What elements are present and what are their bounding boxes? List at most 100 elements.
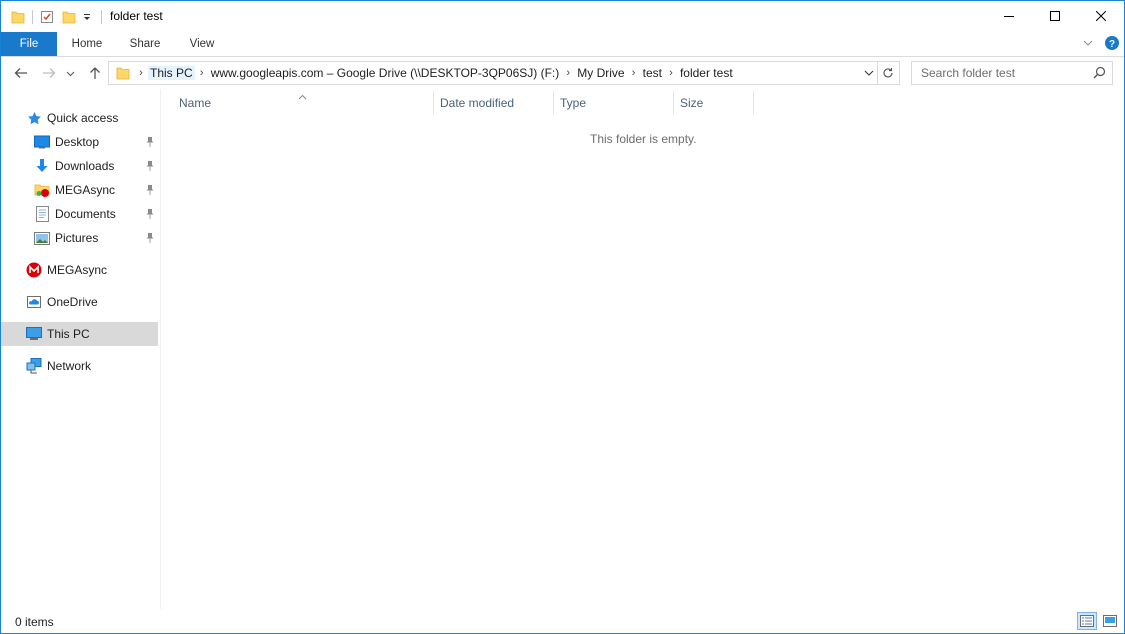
folder-icon [112, 62, 134, 84]
help-icon[interactable]: ? [1104, 35, 1120, 54]
minimize-icon [1004, 16, 1014, 17]
sidebar-item-label: Quick access [47, 111, 119, 125]
pin-icon [145, 178, 155, 202]
chevron-right-icon[interactable]: › [195, 67, 209, 79]
network-icon [25, 357, 43, 375]
column-divider[interactable] [753, 91, 754, 115]
breadcrumb-google-drive[interactable]: www.googleapis.com – Google Drive (\\DES… [209, 66, 562, 80]
address-history-dropdown[interactable] [861, 62, 877, 84]
breadcrumb-my-drive[interactable]: My Drive [575, 66, 626, 80]
minimize-button[interactable] [986, 1, 1032, 31]
pin-icon [145, 226, 155, 250]
documents-icon [33, 205, 51, 223]
sidebar-item-label: Documents [55, 207, 116, 221]
sidebar-item-label: OneDrive [47, 295, 98, 309]
details-view-button[interactable] [1077, 612, 1097, 630]
navigation-bar: › This PC › www.googleapis.com – Google … [1, 57, 1124, 89]
pin-icon [145, 130, 155, 154]
sidebar-item-label: Network [47, 359, 92, 373]
refresh-button[interactable] [877, 61, 900, 85]
breadcrumb-this-pc[interactable]: This PC [148, 66, 195, 80]
refresh-icon [883, 68, 893, 78]
sidebar-item-onedrive[interactable]: OneDrive [25, 290, 98, 314]
sidebar-item-label: This PC [47, 327, 90, 341]
sidebar-item-pictures[interactable]: Pictures [33, 226, 158, 250]
chevron-down-icon [66, 71, 74, 76]
desktop-icon [33, 133, 51, 151]
close-icon [1096, 11, 1106, 21]
navigation-pane: Quick access Desktop Downloads MEGAsync [1, 89, 161, 609]
sidebar-item-label: MEGAsync [47, 263, 108, 277]
customize-dropdown-icon[interactable] [78, 8, 96, 26]
sidebar-item-label: MEGAsync [55, 183, 116, 197]
sidebar-item-megasync[interactable]: MEGAsync [25, 258, 107, 282]
up-button[interactable] [85, 63, 105, 83]
sidebar-item-downloads[interactable]: Downloads [33, 154, 158, 178]
sidebar-item-label: Pictures [55, 231, 99, 245]
pin-icon [145, 202, 155, 226]
column-header-size[interactable]: Size [674, 89, 753, 117]
chevron-right-icon[interactable]: › [561, 67, 575, 79]
up-arrow-icon [90, 67, 100, 79]
sidebar-item-desktop[interactable]: Desktop [33, 130, 158, 154]
chevron-right-icon[interactable]: › [134, 67, 148, 79]
back-button[interactable] [11, 63, 31, 83]
svg-text:?: ? [1109, 39, 1115, 50]
toolbar-separator [32, 10, 33, 24]
tab-home[interactable]: Home [63, 32, 111, 56]
maximize-icon [1050, 11, 1060, 21]
ribbon-tabs: File Home Share View ? [1, 32, 1124, 57]
search-input[interactable] [919, 65, 1095, 81]
sidebar-item-label: Desktop [55, 135, 100, 149]
explorer-window: folder test File Home Share View ? › Thi… [0, 0, 1125, 634]
properties-icon[interactable] [38, 8, 56, 26]
new-folder-icon[interactable] [60, 8, 78, 26]
breadcrumb-test[interactable]: test [641, 66, 664, 80]
tab-share[interactable]: Share [123, 32, 167, 56]
close-button[interactable] [1078, 1, 1124, 31]
toolbar-separator [101, 10, 102, 24]
chevron-right-icon[interactable]: › [664, 67, 678, 79]
file-list-pane: Name Date modified Type Size This folder… [161, 89, 1124, 609]
title-bar: folder test [1, 1, 1124, 32]
megasync-folder-icon [33, 181, 51, 199]
empty-folder-message: This folder is empty. [590, 132, 697, 146]
forward-arrow-icon [43, 68, 56, 78]
column-header-type[interactable]: Type [554, 89, 673, 117]
expand-ribbon-icon[interactable] [1082, 37, 1094, 52]
search-icon[interactable] [1093, 66, 1106, 82]
sidebar-item-documents[interactable]: Documents [33, 202, 158, 226]
maximize-button[interactable] [1032, 1, 1078, 31]
window-title: folder test [110, 9, 163, 23]
search-box[interactable] [911, 61, 1113, 85]
folder-icon [9, 8, 27, 26]
chevron-down-icon [864, 70, 874, 76]
onedrive-icon [25, 293, 43, 311]
breadcrumb-folder-test[interactable]: folder test [678, 66, 735, 80]
quick-access-toolbar [9, 7, 107, 27]
sidebar-item-label: Downloads [55, 159, 115, 173]
recent-locations-button[interactable] [63, 63, 77, 83]
ribbon-right-controls: ? [1082, 35, 1120, 54]
sidebar-item-network[interactable]: Network [25, 354, 91, 378]
downloads-icon [33, 157, 51, 175]
address-bar[interactable]: › This PC › www.googleapis.com – Google … [108, 61, 878, 85]
mega-icon [25, 261, 43, 279]
sidebar-item-this-pc[interactable]: This PC [1, 322, 158, 346]
column-header-date-modified[interactable]: Date modified [434, 89, 553, 117]
sidebar-item-megasync-pinned[interactable]: MEGAsync [33, 178, 158, 202]
chevron-right-icon[interactable]: › [627, 67, 641, 79]
forward-button[interactable] [39, 63, 59, 83]
status-bar: 0 items [1, 610, 1124, 633]
tab-view[interactable]: View [181, 32, 223, 56]
back-arrow-icon [14, 68, 27, 78]
column-header-name[interactable]: Name [173, 89, 433, 117]
large-icons-view-icon [1103, 615, 1117, 627]
pin-icon [145, 154, 155, 178]
details-view-icon [1080, 615, 1094, 627]
pictures-icon [33, 229, 51, 247]
window-controls [986, 1, 1124, 31]
large-icons-view-button[interactable] [1100, 612, 1120, 630]
tab-file[interactable]: File [1, 32, 57, 56]
sidebar-item-quick-access[interactable]: Quick access [25, 106, 118, 130]
